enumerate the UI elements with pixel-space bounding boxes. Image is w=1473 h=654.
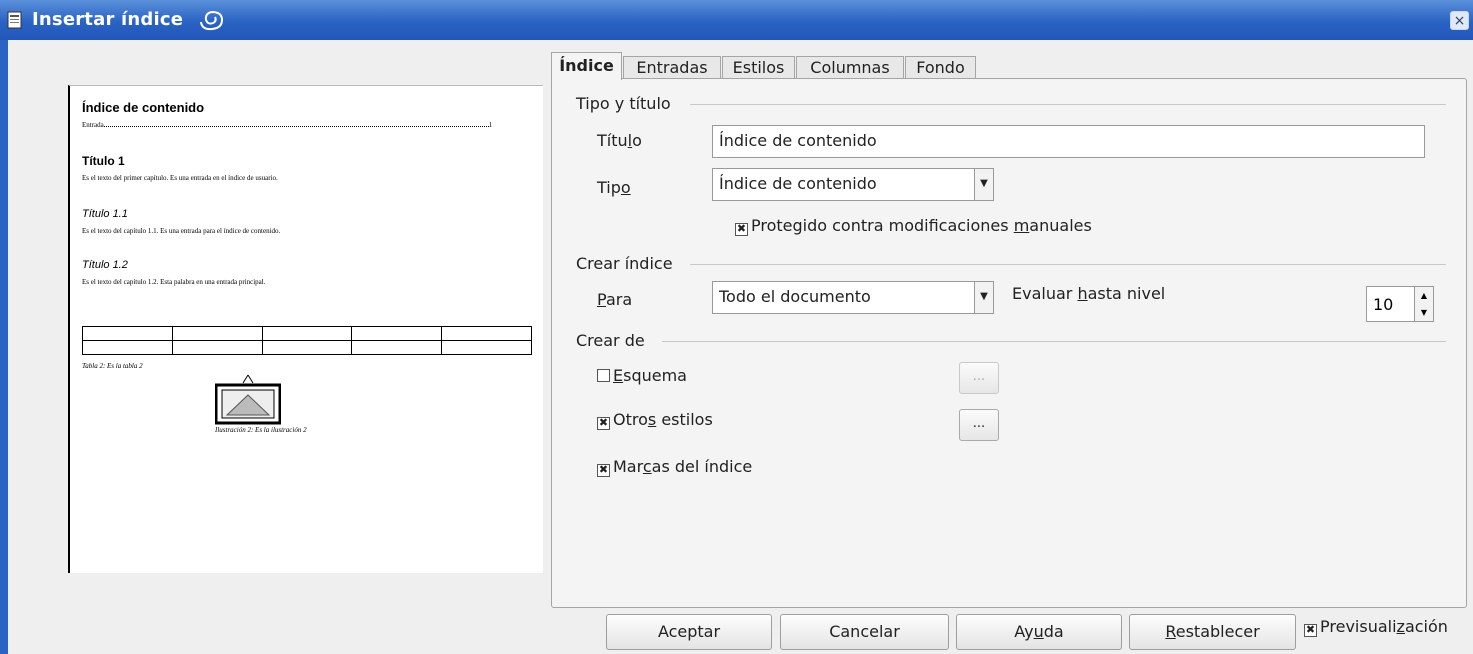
tab-columnas[interactable]: Columnas: [796, 56, 904, 78]
outline-options-button[interactable]: ...: [959, 362, 999, 394]
preview-pane: Índice de contenido Entrada 1 Título 1 Es…: [68, 85, 543, 573]
tab-estilos[interactable]: Estilos: [722, 56, 795, 78]
divider: [690, 104, 1446, 105]
level-spinner[interactable]: 10 ▲ ▼: [1366, 286, 1434, 322]
eval-level-label: Evaluar hasta nivel: [1012, 284, 1166, 303]
window-border: [0, 40, 8, 654]
divider: [690, 264, 1446, 265]
outline-checkbox[interactable]: Esquema: [597, 366, 687, 385]
tab-fondo[interactable]: Fondo: [905, 56, 976, 78]
preview-checkbox[interactable]: ✖ Previsualización: [1304, 617, 1448, 637]
preview-text-1: Es el texto del primer capítulo. Es una …: [82, 174, 278, 182]
for-select[interactable]: Todo el documento ▼: [712, 281, 994, 314]
window-title: Insertar índice: [32, 9, 184, 30]
close-button[interactable]: ×: [1450, 11, 1469, 30]
chevron-down-icon: ▼: [974, 282, 993, 313]
title-label: Título: [597, 131, 642, 150]
other-styles-options-button[interactable]: ...: [959, 409, 999, 441]
divider: [662, 341, 1446, 342]
title-input[interactable]: Índice de contenido: [712, 125, 1425, 158]
preview-toc-title: Índice de contenido: [82, 100, 205, 115]
help-button[interactable]: Ayuda: [956, 614, 1122, 650]
protected-checkbox[interactable]: ✖ Protegido contra modificaciones manuale…: [735, 216, 1092, 236]
checkbox-checked-icon: ✖: [735, 222, 748, 236]
ok-button[interactable]: Aceptar: [606, 614, 772, 650]
preview-heading-1: Título 1: [82, 154, 125, 168]
picture-icon: [215, 374, 281, 425]
preview-table-caption: Tabla 2: Es la tabla 2: [82, 362, 143, 370]
preview-entry: Entrada 1: [82, 121, 493, 129]
preview-heading-1-2: Título 1.2: [82, 259, 128, 271]
type-label: Tipo: [597, 178, 631, 197]
preview-table: [82, 326, 532, 355]
document-icon: [7, 11, 22, 29]
spin-down-icon[interactable]: ▼: [1414, 304, 1433, 321]
for-label: Para: [597, 290, 633, 309]
cancel-button[interactable]: Cancelar: [780, 614, 949, 650]
other-styles-checkbox[interactable]: ✖ Otros estilos: [597, 410, 713, 430]
reset-button[interactable]: Restablecer: [1129, 614, 1296, 650]
preview-text-1-2: Es el texto del capítulo 1.2. Esta palab…: [82, 278, 266, 286]
preview-heading-1-1: Título 1.1: [82, 208, 128, 220]
spin-up-icon[interactable]: ▲: [1414, 287, 1433, 305]
tab-indice[interactable]: Índice: [551, 52, 622, 80]
tab-entradas[interactable]: Entradas: [623, 56, 721, 78]
section-from-heading: Crear de: [576, 331, 645, 350]
title-bar: Insertar índice ×: [0, 0, 1473, 40]
section-type-heading: Tipo y título: [576, 94, 671, 113]
checkbox-checked-icon: ✖: [597, 416, 610, 430]
index-marks-checkbox[interactable]: ✖ Marcas del índice: [597, 457, 752, 477]
checkbox-unchecked-icon: [597, 369, 610, 382]
preview-text-1-1: Es el texto del capítulo 1.1. Es una ent…: [82, 227, 281, 235]
checkbox-checked-icon: ✖: [597, 463, 610, 477]
preview-illustration-caption: Ilustración 2: Es la ilustración 2: [215, 426, 307, 434]
swirl-icon: [200, 10, 224, 31]
section-create-heading: Crear índice: [576, 254, 673, 273]
chevron-down-icon: ▼: [974, 169, 993, 200]
checkbox-checked-icon: ✖: [1304, 623, 1317, 637]
type-select[interactable]: Índice de contenido ▼: [712, 168, 994, 201]
